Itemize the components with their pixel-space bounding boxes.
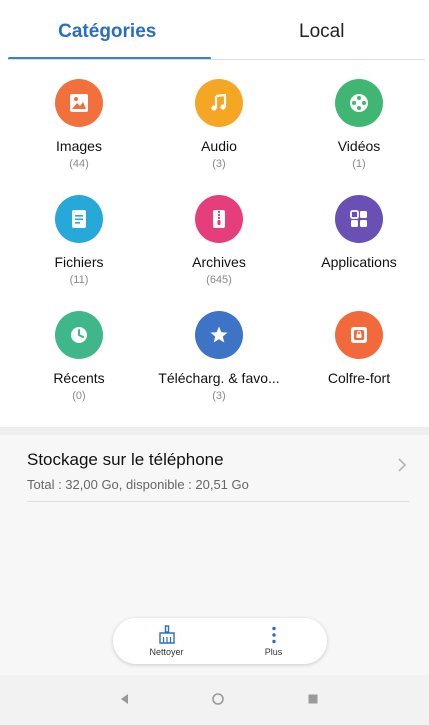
more-vertical-icon bbox=[271, 626, 276, 644]
category-safe[interactable]: Colfre-fort bbox=[289, 311, 429, 390]
category-videos[interactable]: Vidéos (1) bbox=[289, 79, 429, 170]
star-icon bbox=[195, 311, 243, 359]
categories-grid: Images (44) Audio (3) Vidéos (1) Fichier… bbox=[0, 62, 429, 427]
more-button[interactable]: Plus bbox=[220, 618, 327, 664]
category-applications[interactable]: Applications bbox=[289, 195, 429, 274]
chevron-right-icon bbox=[398, 458, 407, 472]
category-count: (3) bbox=[212, 158, 226, 170]
category-count: (11) bbox=[69, 274, 89, 286]
broom-icon bbox=[158, 625, 175, 644]
category-name: Archives bbox=[192, 254, 246, 270]
more-label: Plus bbox=[264, 647, 283, 657]
tab-local[interactable]: Local bbox=[215, 0, 429, 62]
archive-zip-icon bbox=[195, 195, 243, 243]
clean-button[interactable]: Nettoyer bbox=[113, 618, 220, 664]
category-name: Récents bbox=[53, 370, 105, 386]
recent-apps-square-icon[interactable] bbox=[306, 692, 320, 706]
phone-storage-row[interactable]: Stockage sur le téléphone Total : 32,00 … bbox=[0, 435, 429, 503]
image-icon bbox=[55, 79, 103, 127]
tab-divider bbox=[8, 59, 425, 60]
clean-label: Nettoyer bbox=[149, 647, 184, 657]
back-triangle-icon[interactable] bbox=[118, 692, 132, 706]
category-count: (1) bbox=[352, 158, 366, 170]
category-name: Applications bbox=[321, 254, 397, 270]
bottom-action-bar: Nettoyer Plus bbox=[113, 618, 327, 664]
home-circle-icon[interactable] bbox=[211, 692, 225, 706]
safe-lock-icon bbox=[335, 311, 383, 359]
music-note-icon bbox=[195, 79, 243, 127]
apps-grid-icon bbox=[335, 195, 383, 243]
category-archives[interactable]: Archives (645) bbox=[149, 195, 289, 286]
category-count: (645) bbox=[206, 274, 232, 286]
category-images[interactable]: Images (44) bbox=[9, 79, 149, 170]
section-separator bbox=[0, 427, 429, 435]
storage-divider bbox=[27, 501, 409, 502]
category-name: Vidéos bbox=[337, 138, 381, 154]
category-downloads-favorites[interactable]: Télécharg. & favo... (3) bbox=[149, 311, 289, 402]
category-audio[interactable]: Audio (3) bbox=[149, 79, 289, 170]
tab-bar: Catégories Local bbox=[0, 0, 429, 62]
category-recent[interactable]: Récents (0) bbox=[9, 311, 149, 402]
category-count: (44) bbox=[69, 158, 89, 170]
category-files[interactable]: Fichiers (11) bbox=[9, 195, 149, 286]
category-name: Télécharg. & favo... bbox=[158, 370, 280, 386]
category-name: Images bbox=[56, 138, 102, 154]
category-count: (0) bbox=[72, 390, 86, 402]
category-name: Colfre-fort bbox=[327, 370, 391, 386]
category-name: Fichiers bbox=[54, 254, 104, 270]
video-reel-icon bbox=[335, 79, 383, 127]
tab-categories[interactable]: Catégories bbox=[0, 0, 215, 62]
storage-details: Total : 32,00 Go, disponible : 20,51 Go bbox=[27, 477, 249, 492]
category-count: (3) bbox=[212, 390, 226, 402]
clock-icon bbox=[55, 311, 103, 359]
system-navigation-bar bbox=[0, 675, 429, 725]
storage-title: Stockage sur le téléphone bbox=[27, 450, 224, 469]
category-name: Audio bbox=[201, 138, 237, 154]
document-icon bbox=[55, 195, 103, 243]
